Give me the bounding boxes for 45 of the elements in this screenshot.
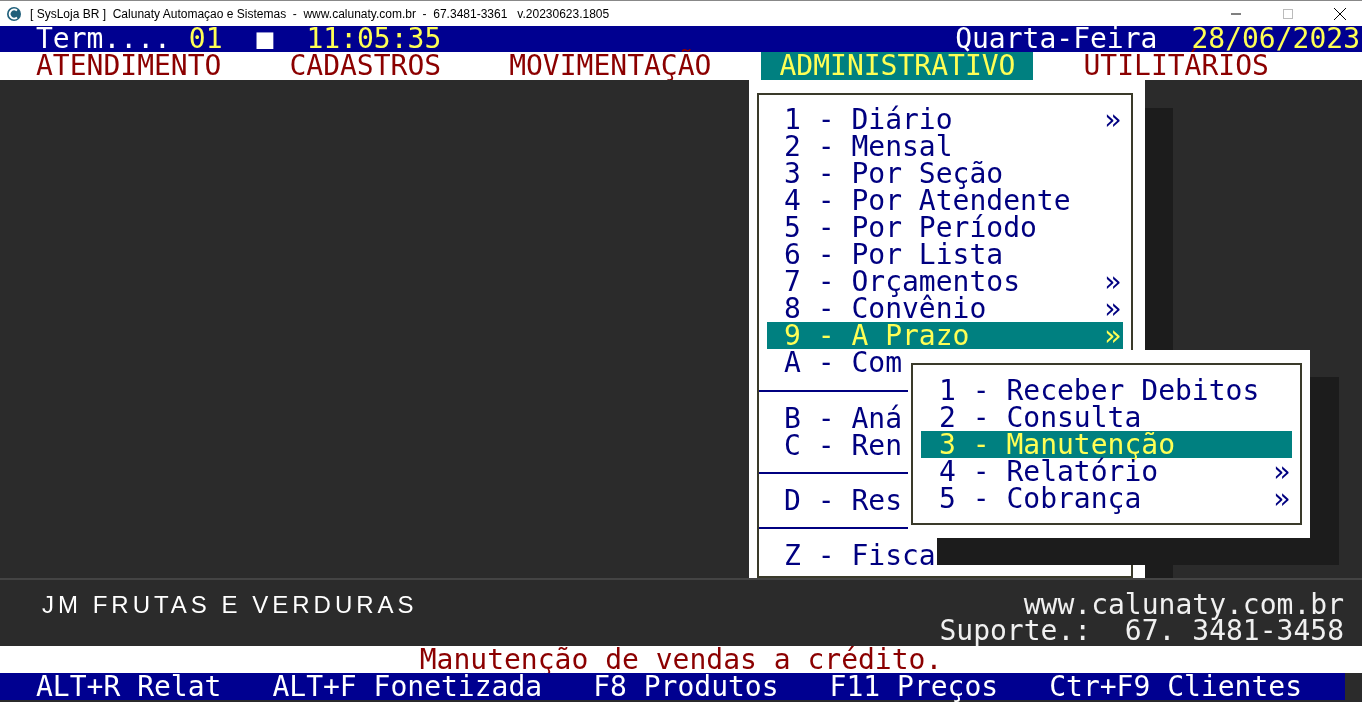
menu-bar-item[interactable]: ADMINISTRATIVO [761,52,1034,80]
submenu-arrow: » [1104,295,1121,322]
menu-option[interactable]: 3 - Por Seção [767,160,1006,187]
website-text: www.calunaty.com.br [1023,592,1344,618]
function-key-hint[interactable]: F8 Produtos [593,673,779,700]
menu-bar-item[interactable]: ATENDIMENTO [18,52,240,80]
function-key-hint[interactable]: Ctr+F9 Clientes [1049,673,1303,700]
terminal-number: 01 [188,26,223,52]
submenu-arrow: » [1273,458,1290,485]
menu-option[interactable]: 1 - Receber Debitos [921,377,1262,404]
menu-option[interactable]: C - Ren [767,432,904,459]
window-title: [ SysLoja BR ] Calunaty Automaçao e Sistemas - www.calunaty.com.br - 67.3481-3361 v.20230623.1805 [30,6,611,21]
menu-option[interactable]: 5 - Por Período [767,214,1039,241]
menu-option[interactable]: 3 - Manutenção [921,431,1292,458]
menu-bar-item[interactable]: CADASTROS [271,52,460,80]
menu-option[interactable]: Z - Fisca [767,542,938,569]
menu-option[interactable]: 2 - Consulta [921,404,1144,431]
function-key-hint[interactable]: ALT+F Fonetizada [272,673,543,700]
submenu-arrow: » [1104,322,1121,349]
submenu-arrow: » [1104,106,1121,133]
menu-option[interactable]: 9 - A Prazo » [767,322,1123,349]
menu-option[interactable]: 7 - Orçamentos » [767,268,1123,295]
menu-option[interactable]: 6 - Por Lista [767,241,1006,268]
menu-option[interactable]: 1 - Diário » [767,106,1123,133]
clock-time: 11:05:35 [306,26,442,52]
app-logo-icon [6,5,22,22]
menu-option[interactable]: 4 - Relatório » [921,458,1292,485]
menu-option[interactable]: D - Res [767,487,904,514]
menu-option[interactable]: B - Aná [767,405,904,432]
submenu-arrow: » [1104,268,1121,295]
status-marker: ■ [256,26,274,52]
terminal-label: Term.... [36,26,171,52]
menu-option[interactable]: A - Com [767,349,904,376]
maximize-icon [1282,7,1294,20]
function-key-hint[interactable]: ALT+R Relat [36,673,222,700]
status-message: Manutenção de vendas a crédito. [419,646,943,673]
submenu-arrow: » [1273,485,1290,512]
menu-option[interactable]: 5 - Cobrança » [921,485,1292,512]
function-key-hint[interactable]: F11 Preços [829,673,999,700]
close-icon [1333,6,1347,21]
menu-option[interactable]: 4 - Por Atendente [767,187,1073,214]
menu-option[interactable]: 8 - Convênio » [767,295,1123,322]
company-name: JM FRUTAS E VERDURAS [42,591,418,619]
menu-option[interactable]: 2 - Mensal [767,133,955,160]
support-phone: Suporte.: 67. 3481-3458 [939,618,1344,644]
